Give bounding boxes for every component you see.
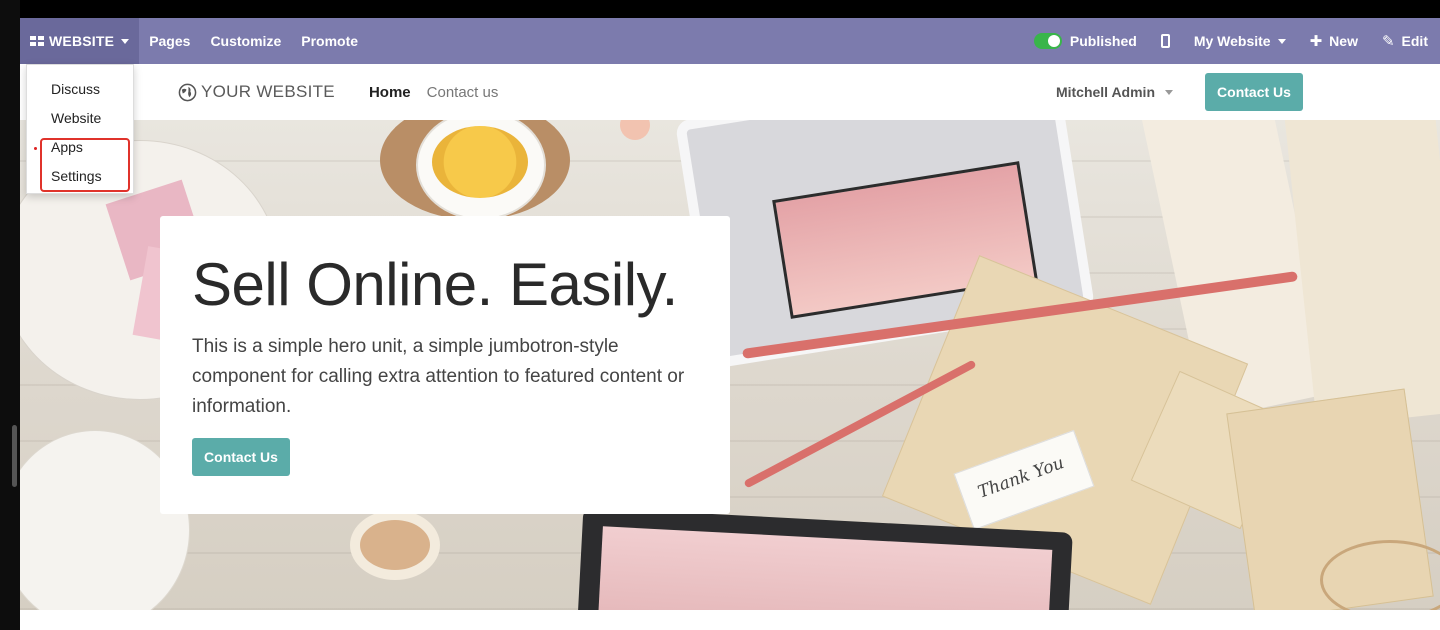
hero-card: Sell Online. Easily. This is a simple he… (160, 216, 730, 514)
new-button[interactable]: ✚ New (1298, 32, 1370, 50)
chevron-down-icon (1277, 38, 1286, 44)
background-lemon (432, 126, 528, 198)
background-hand (620, 120, 650, 140)
header-contact-button[interactable]: Contact Us (1205, 73, 1303, 111)
app-item-website[interactable]: Website (27, 104, 133, 133)
mobile-preview-button[interactable] (1149, 34, 1182, 48)
hero-contact-button[interactable]: Contact Us (192, 438, 290, 476)
apps-grid-icon (30, 36, 44, 46)
new-label: New (1329, 33, 1358, 49)
edit-label: Edit (1401, 33, 1428, 49)
app-menu-label: WEBSITE (49, 33, 115, 49)
website-header: YOUR WEBSITE Home Contact us Mitchell Ad… (20, 64, 1440, 120)
page-bottom-strip (20, 610, 1440, 630)
browser-viewport: WEBSITE Pages Customize Promote Publishe… (20, 18, 1440, 630)
website-switcher-label: My Website (1193, 33, 1271, 49)
menu-promote[interactable]: Promote (291, 33, 368, 49)
published-toggle[interactable]: Published (1022, 33, 1149, 49)
chevron-down-icon (121, 38, 130, 44)
user-name: Mitchell Admin (1055, 84, 1155, 100)
chevron-down-icon (1165, 89, 1173, 95)
menu-pages[interactable]: Pages (139, 33, 200, 49)
website-logo[interactable]: YOUR WEBSITE (178, 82, 335, 102)
hero-title: Sell Online. Easily. (192, 251, 678, 318)
nav-home[interactable]: Home (369, 84, 411, 101)
user-menu[interactable]: Mitchell Admin (1056, 84, 1173, 100)
menu-customize[interactable]: Customize (200, 33, 291, 49)
toggle-switch-icon (1033, 33, 1062, 49)
app-dropdown-menu: Discuss Website Apps Settings (26, 64, 134, 194)
mobile-phone-icon (1160, 34, 1170, 48)
website-switcher[interactable]: My Website (1182, 33, 1298, 49)
background-tape-roll (350, 510, 440, 580)
globe-icon (178, 83, 197, 101)
resize-handle[interactable] (12, 425, 17, 487)
pencil-icon: ✎ (1381, 33, 1395, 50)
window-left-frame (0, 0, 20, 630)
hero-description: This is a simple hero unit, a simple jum… (192, 336, 685, 417)
hero-section: Thank You Sell Online. Easily. This is a… (20, 120, 1440, 610)
main-navigation: Home Contact us (369, 84, 498, 101)
published-label: Published (1069, 33, 1137, 49)
app-menu-button[interactable]: WEBSITE (20, 18, 140, 64)
logo-text: YOUR WEBSITE (201, 82, 335, 101)
plus-icon: ✚ (1309, 33, 1323, 50)
topbar-right-group: Published My Website ✚ New ✎ Edit (1022, 18, 1440, 64)
annotation-highlight-box (40, 138, 130, 192)
app-item-discuss[interactable]: Discuss (27, 75, 133, 104)
odoo-topbar: WEBSITE Pages Customize Promote Publishe… (20, 18, 1440, 64)
nav-contact-us[interactable]: Contact us (427, 84, 499, 101)
edit-button[interactable]: ✎ Edit (1370, 32, 1440, 50)
window-top-frame (0, 0, 1440, 18)
annotation-dot (34, 147, 37, 150)
